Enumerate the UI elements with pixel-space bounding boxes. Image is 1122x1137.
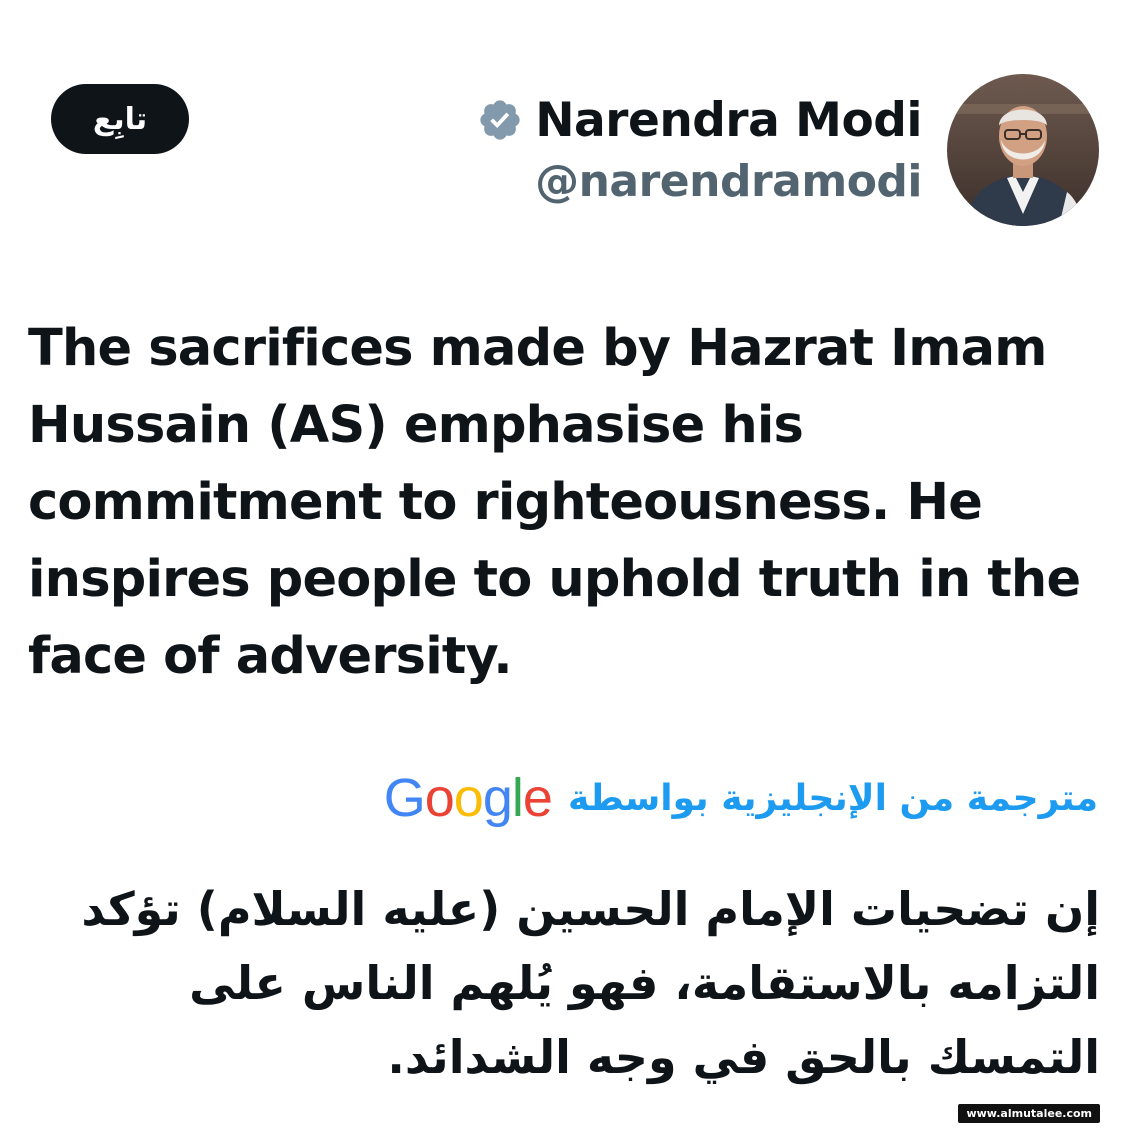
author-display-name[interactable]: Narendra Modi bbox=[535, 93, 922, 148]
author-block: Narendra Modi @narendramodi bbox=[477, 88, 922, 207]
author-name-row: Narendra Modi bbox=[477, 88, 922, 152]
follow-button[interactable]: تابِع bbox=[51, 84, 189, 154]
author-handle[interactable]: @narendramodi bbox=[477, 156, 922, 207]
google-letter: G bbox=[383, 768, 426, 828]
google-letter: o bbox=[424, 768, 455, 828]
google-letter: e bbox=[522, 768, 553, 828]
google-letter: o bbox=[453, 768, 484, 828]
avatar-photo-icon bbox=[947, 74, 1099, 226]
tweet-text: The sacrifices made by Hazrat Imam Hussa… bbox=[28, 319, 1081, 686]
translated-by-label: مترجمة من الإنجليزية بواسطة bbox=[567, 777, 1098, 819]
avatar[interactable] bbox=[947, 74, 1099, 226]
translated-by-row[interactable]: Google مترجمة من الإنجليزية بواسطة bbox=[384, 765, 1098, 831]
verified-badge-icon bbox=[477, 97, 523, 143]
google-logo: Google bbox=[383, 767, 553, 829]
watermark: www.almutalee.com bbox=[958, 1104, 1100, 1123]
google-letter: l bbox=[511, 768, 524, 828]
translated-tweet-text: إن تضحيات الإمام الحسين (عليه السلام) تؤ… bbox=[81, 882, 1100, 1084]
google-letter: g bbox=[482, 768, 513, 828]
